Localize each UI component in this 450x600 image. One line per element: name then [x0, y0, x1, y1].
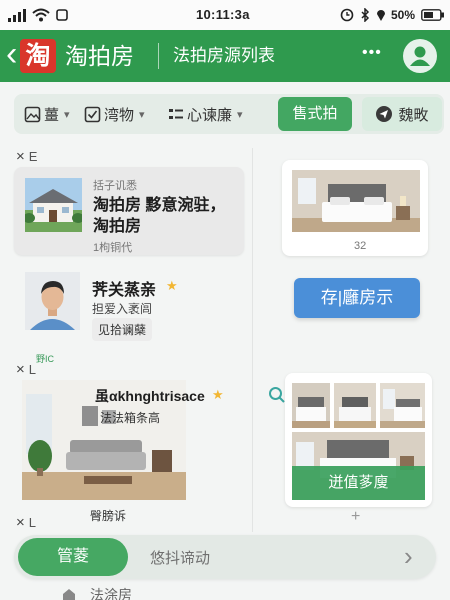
- filter-dropdown-3[interactable]: 心谏廉 ▾: [168, 94, 243, 134]
- filter-label: 薑: [44, 106, 60, 124]
- house-thumbnail: [25, 178, 82, 232]
- gallery-photo: [292, 383, 330, 428]
- send-icon: [376, 106, 393, 122]
- agent-subtitle: 担爱入袤闾: [92, 302, 153, 316]
- location-icon: [377, 10, 385, 21]
- primary-action-button[interactable]: 售式拍: [278, 97, 352, 131]
- filter-dropdown-2[interactable]: 湾物 ▾: [84, 94, 145, 134]
- filter-label: 湾物: [104, 106, 135, 124]
- battery-icon: [421, 9, 444, 21]
- living-room-subtitle: 法法箱条高: [100, 411, 161, 425]
- star-icon: ★: [166, 278, 178, 293]
- listing-caption: 臀膀诉: [90, 509, 127, 523]
- listing-card-bedroom[interactable]: 32: [282, 160, 428, 256]
- gallery-banner[interactable]: 迸值茤廋: [292, 466, 425, 500]
- alarm-icon: [340, 8, 354, 22]
- agent-tag[interactable]: 见拾谰蘖: [92, 318, 153, 341]
- chevron-down-icon: ▾: [139, 108, 145, 121]
- bottom-action-bar: 管菱 悠抖谛动 ›: [14, 535, 436, 579]
- app-name: 淘拍房: [65, 43, 134, 69]
- profile-button[interactable]: [403, 39, 437, 73]
- battery-percent: 50%: [391, 8, 416, 22]
- section-letter: E: [28, 149, 38, 164]
- star-icon: ★: [212, 387, 224, 402]
- app-header: ‹ 淘 淘拍房 法拍房源列表 •••: [0, 30, 450, 82]
- agent-name: 荠关蒸亲: [92, 282, 157, 299]
- section-letter: L: [28, 362, 36, 377]
- add-icon[interactable]: +: [351, 508, 360, 526]
- filter-bar: 薑 ▾ 湾物 ▾ 心谏廉 ▾ 售式拍 魏畋: [14, 94, 444, 134]
- bottom-bar-text[interactable]: 悠抖谛动: [150, 547, 210, 568]
- filter-label: 心谏廉: [187, 106, 233, 124]
- listing-footer: 1枸铜代: [93, 242, 133, 254]
- page-title: 法拍房源列表: [173, 46, 275, 65]
- agent-avatar: [25, 272, 80, 330]
- more-menu-button[interactable]: •••: [362, 44, 382, 62]
- chevron-down-icon: ▾: [237, 108, 243, 121]
- listing-card-house[interactable]: 括子讥悉 淘拍房 黟意涴驻， 淘拍房 1枸铜代: [14, 167, 244, 255]
- search-icon[interactable]: [268, 386, 286, 404]
- app-screen: 10:11:3a 50% ‹ 淘 淘拍房 法拍房源列表 ••• 薑 ▾ 湾物 ▾…: [0, 0, 450, 600]
- listing-caption: 32: [354, 240, 367, 252]
- section-label: × E: [16, 148, 37, 165]
- bottom-primary-button[interactable]: 管菱: [18, 538, 128, 576]
- user-icon: [410, 46, 430, 66]
- bluetooth-icon: [361, 8, 370, 22]
- living-room-title: 虽αkhnghtrisace: [95, 388, 205, 404]
- back-button[interactable]: ‹: [6, 34, 17, 74]
- listing-card-living-room[interactable]: 虽αkhnghtrisace ★ 法法箱条高 臀膀诉: [14, 376, 244, 524]
- section-letter: L: [28, 515, 36, 530]
- signal-icon: [8, 9, 26, 22]
- close-icon[interactable]: ×: [16, 514, 25, 531]
- section-label: × L: [16, 514, 36, 531]
- checkbox-icon: [84, 106, 101, 122]
- status-bar: 10:11:3a 50%: [0, 0, 450, 30]
- wifi-icon: [32, 8, 50, 22]
- secondary-action-label: 魏畋: [398, 106, 429, 124]
- chevron-right-icon[interactable]: ›: [404, 541, 413, 571]
- bedroom-photo: [292, 170, 420, 232]
- listing-title-line2: 淘拍房: [93, 218, 142, 235]
- listing-cta-button[interactable]: 存|廱房示: [294, 278, 420, 318]
- house-icon: [63, 589, 75, 600]
- secondary-action-button[interactable]: 魏畋: [362, 97, 442, 131]
- chevron-down-icon: ▾: [64, 108, 70, 121]
- column-divider: [252, 148, 253, 532]
- close-icon[interactable]: ×: [16, 148, 25, 165]
- image-icon: [24, 106, 41, 122]
- gallery-photo: [380, 383, 425, 428]
- header-divider: [158, 43, 159, 69]
- notification-icon: [56, 9, 68, 21]
- list-icon: [169, 109, 183, 119]
- section-tag: 野IC: [36, 354, 55, 364]
- clock: 10:11:3a: [196, 7, 250, 22]
- filter-dropdown-1[interactable]: 薑 ▾: [24, 94, 70, 134]
- app-logo: 淘: [20, 39, 56, 73]
- peek-listing-title: 法涂房: [90, 587, 132, 600]
- gallery-photo: [334, 383, 376, 428]
